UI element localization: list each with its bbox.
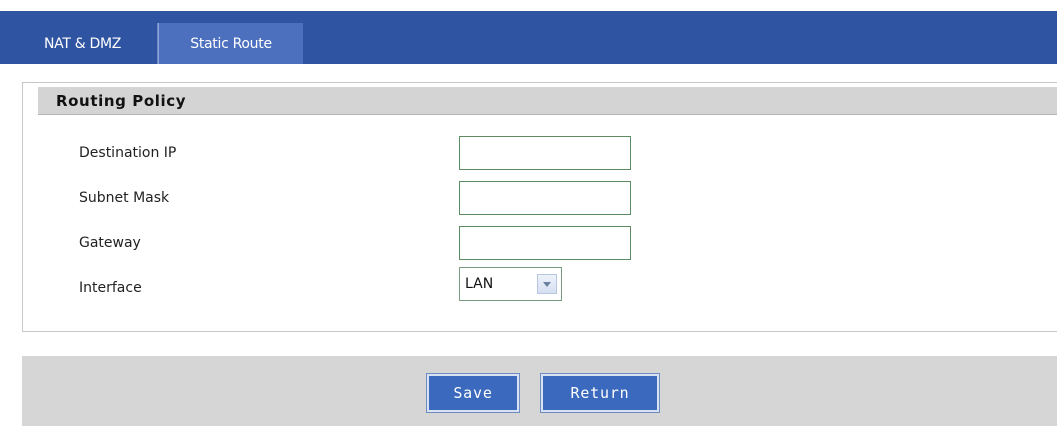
- dropdown-arrow-icon[interactable]: [537, 274, 557, 294]
- gateway-input[interactable]: [459, 226, 631, 260]
- gateway-label: Gateway: [79, 235, 141, 251]
- interface-select-value: LAN: [465, 276, 494, 292]
- top-tab-bar: NAT & DMZ Static Route: [0, 11, 1057, 64]
- save-button[interactable]: Save: [426, 373, 520, 413]
- panel-header: Routing Policy: [38, 87, 1057, 115]
- tab-static-route[interactable]: Static Route: [158, 23, 303, 64]
- action-footer: Save Return: [22, 356, 1057, 426]
- destination-ip-input[interactable]: [459, 136, 631, 170]
- routing-policy-panel: Routing Policy Destination IP Subnet Mas…: [22, 82, 1057, 332]
- interface-label: Interface: [79, 280, 142, 296]
- interface-select[interactable]: LAN: [459, 267, 562, 301]
- tab-nat-dmz[interactable]: NAT & DMZ: [8, 23, 158, 64]
- subnet-mask-label: Subnet Mask: [79, 190, 170, 206]
- subnet-mask-input[interactable]: [459, 181, 631, 215]
- destination-ip-label: Destination IP: [79, 145, 177, 161]
- panel-title: Routing Policy: [56, 92, 187, 110]
- return-button[interactable]: Return: [540, 373, 660, 413]
